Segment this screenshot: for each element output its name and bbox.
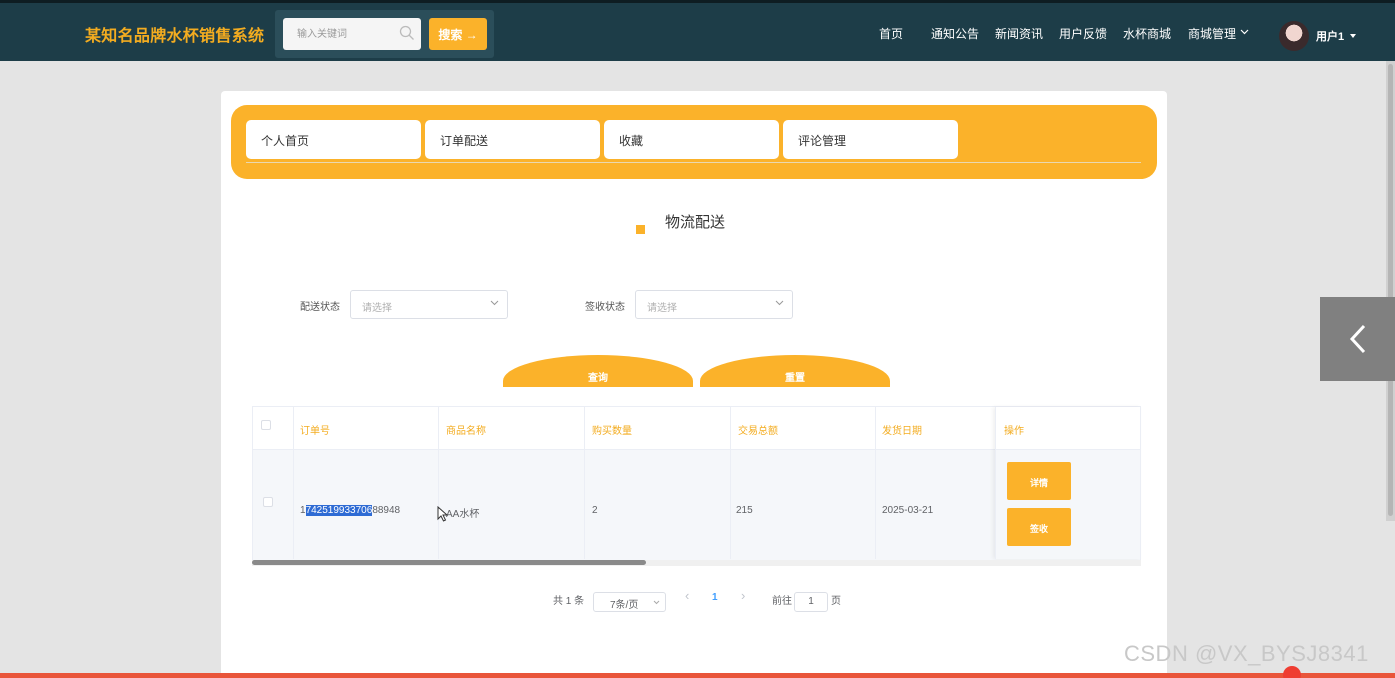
nav-shop-admin[interactable]: 商城管理	[1188, 25, 1236, 42]
page-size-value: 7条/页	[610, 600, 639, 611]
tab-favorites[interactable]: 收藏	[604, 120, 779, 159]
side-collapse-button[interactable]	[1320, 297, 1395, 381]
chevron-down-icon	[653, 600, 660, 605]
progress-handle[interactable]	[1283, 666, 1301, 678]
goto-label: 前往	[772, 596, 792, 607]
content-card	[221, 91, 1167, 678]
column-divider	[293, 407, 294, 559]
column-divider	[875, 407, 876, 559]
cell-ship-date: 2025-03-21	[882, 505, 934, 516]
watermark: CSDN @VX_BYSJ8341	[1124, 641, 1369, 666]
select-all-checkbox[interactable]	[261, 420, 271, 430]
nav-feedback[interactable]: 用户反馈	[1059, 25, 1107, 42]
tab-order-delivery[interactable]: 订单配送	[425, 120, 600, 159]
page-title: 物流配送	[665, 214, 726, 231]
detail-button[interactable]: 详情	[1007, 462, 1071, 500]
table-scrollbar-thumb[interactable]	[252, 560, 646, 565]
nav-shop[interactable]: 水杯商城	[1123, 25, 1171, 42]
col-ship-date: 发货日期	[882, 426, 922, 437]
user-name[interactable]: 用户1	[1316, 28, 1344, 44]
search-icon	[399, 25, 414, 40]
nav-home[interactable]: 首页	[879, 25, 903, 42]
delivery-status-select[interactable]: 请选择	[350, 290, 508, 319]
col-quantity: 购买数量	[592, 426, 632, 437]
chevron-down-icon	[775, 300, 784, 306]
prev-page-icon[interactable]: ‹	[685, 588, 689, 603]
chevron-down-icon	[490, 300, 499, 306]
goto-page-input[interactable]: 1	[794, 592, 828, 612]
cell-total: 215	[736, 505, 753, 516]
nav-news[interactable]: 新闻资讯	[995, 25, 1043, 42]
page-unit-label: 页	[831, 596, 841, 607]
row-checkbox[interactable]	[263, 497, 273, 507]
tab-personal-home[interactable]: 个人首页	[246, 120, 421, 159]
sign-status-select[interactable]: 请选择	[635, 290, 793, 319]
col-order-no: 订单号	[300, 426, 330, 437]
search-bar: 搜索 →	[275, 10, 494, 58]
cell-order-no[interactable]: 174251993370688948	[300, 505, 400, 516]
col-total: 交易总额	[738, 426, 778, 437]
progress-bar[interactable]	[0, 673, 1395, 678]
chevron-left-icon	[1349, 324, 1366, 354]
page-number-current[interactable]: 1	[712, 592, 718, 603]
column-divider	[438, 407, 439, 559]
mouse-cursor-icon	[437, 506, 449, 522]
app-title: 某知名品牌水杯销售系统	[85, 28, 265, 45]
delivery-table: 订单号 商品名称 购买数量 交易总额 发货日期 操作 1742519933706…	[252, 406, 1141, 560]
top-navbar: 某知名品牌水杯销售系统 搜索 → 首页 通知公告 新闻资讯 用户反馈 水杯商城 …	[0, 0, 1395, 61]
cell-product-name: AA水杯	[446, 509, 480, 520]
sign-button[interactable]: 签收	[1007, 508, 1071, 546]
tabs-divider	[246, 162, 1141, 163]
column-divider	[730, 407, 731, 559]
tab-comments[interactable]: 评论管理	[783, 120, 958, 159]
column-divider	[584, 407, 585, 559]
next-page-icon[interactable]: ›	[741, 588, 745, 603]
delivery-status-label: 配送状态	[300, 302, 340, 313]
avatar[interactable]	[1279, 21, 1309, 51]
section-marker	[636, 225, 645, 234]
delivery-status-placeholder: 请选择	[362, 303, 392, 314]
caret-down-icon	[1350, 34, 1356, 38]
col-product-name: 商品名称	[446, 426, 486, 437]
chevron-down-icon	[1240, 29, 1249, 35]
pagination-total: 共 1 条	[553, 596, 585, 607]
search-button[interactable]: 搜索 →	[429, 18, 487, 50]
page-size-select[interactable]: 7条/页	[593, 592, 666, 612]
nav-notices[interactable]: 通知公告	[931, 25, 979, 42]
sign-status-label: 签收状态	[585, 302, 625, 313]
page-scrollbar-thumb[interactable]	[1388, 64, 1393, 516]
sign-status-placeholder: 请选择	[647, 303, 677, 314]
cell-quantity: 2	[592, 505, 598, 516]
